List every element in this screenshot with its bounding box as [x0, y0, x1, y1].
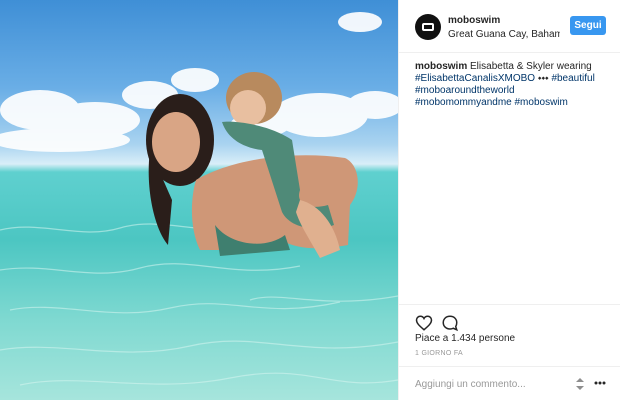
brand-logo-icon: [422, 23, 434, 31]
comment-bar: [399, 366, 620, 401]
follow-button[interactable]: Segui: [570, 16, 606, 35]
location-link[interactable]: Great Guana Cay, Bahamas: [448, 29, 560, 40]
post-timestamp[interactable]: 1 GIORNO FA: [415, 350, 463, 357]
likes-count[interactable]: Piace a 1.434 persone: [415, 333, 515, 344]
username-link[interactable]: moboswim: [448, 15, 500, 26]
post-actions: [399, 304, 620, 332]
caption-username[interactable]: moboswim: [415, 61, 467, 72]
post-caption: moboswim Elisabetta & Skyler wearing #El…: [415, 61, 611, 109]
hashtag-link[interactable]: #beautiful: [551, 73, 594, 84]
post-sidebar: moboswim Great Guana Cay, Bahamas Segui …: [398, 0, 620, 400]
photo-illustration: [0, 12, 398, 386]
post-photo[interactable]: [0, 0, 398, 400]
hashtag-link[interactable]: #ElisabettaCanalisXMOBO: [415, 73, 535, 84]
post-header: moboswim Great Guana Cay, Bahamas Segui: [399, 0, 620, 53]
speech-bubble-icon[interactable]: [441, 314, 459, 332]
avatar[interactable]: [415, 14, 441, 40]
caption-text: Elisabetta & Skyler wearing: [470, 61, 592, 72]
hashtag-link[interactable]: #mobomommyandme: [415, 97, 512, 108]
heart-outline-icon[interactable]: [415, 314, 433, 332]
ellipsis-icon[interactable]: [594, 381, 606, 385]
hashtag-link[interactable]: #moboswim: [515, 97, 568, 108]
up-down-arrows-icon[interactable]: [575, 377, 585, 391]
hashtag-link[interactable]: #moboaroundtheworld: [415, 85, 515, 96]
comment-input[interactable]: [415, 376, 565, 392]
caption-emoji: ⬩⬩⬩: [537, 73, 549, 84]
